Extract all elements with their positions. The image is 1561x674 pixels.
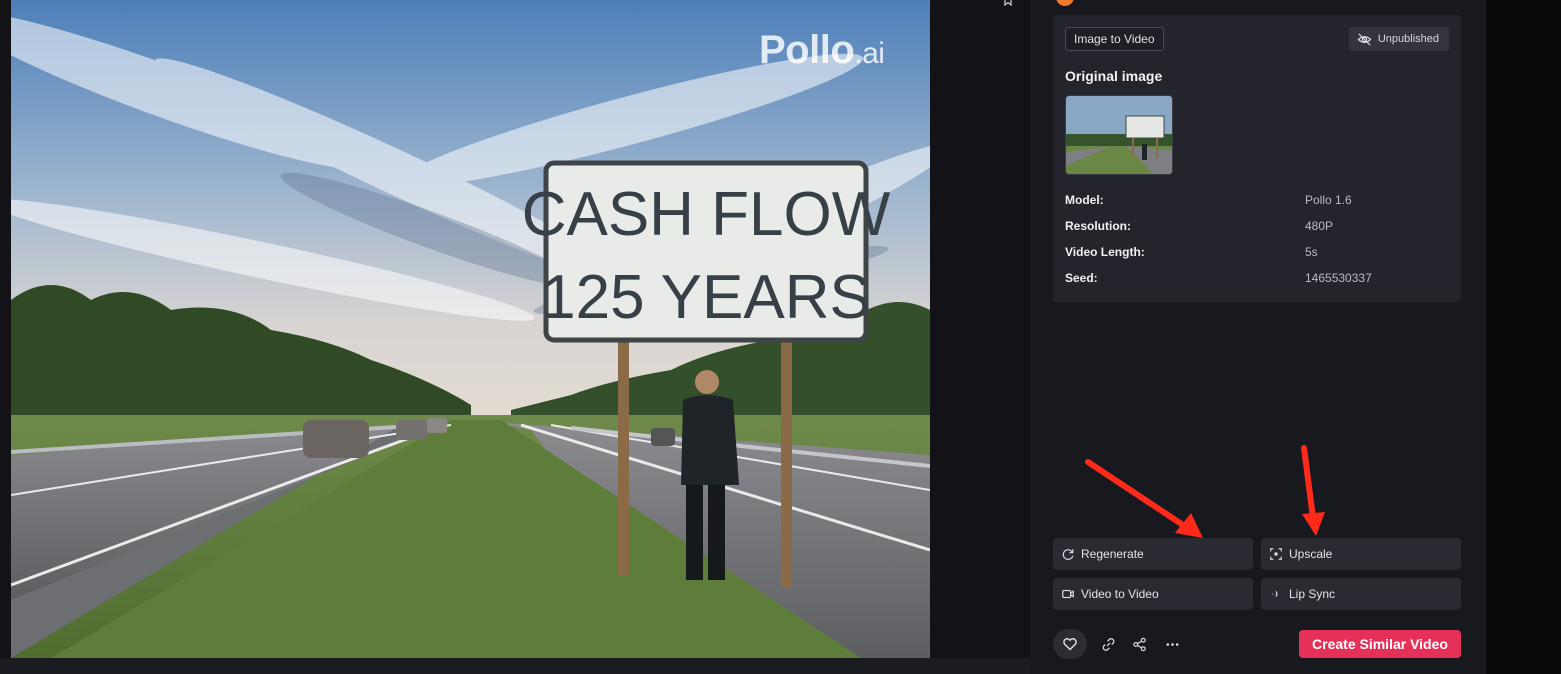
detail-row-model: Model: Pollo 1.6 bbox=[1065, 193, 1449, 219]
scene-image: CASH FLOW 125 YEARS bbox=[11, 0, 930, 658]
upscale-icon bbox=[1270, 548, 1282, 560]
share-button[interactable] bbox=[1129, 634, 1149, 654]
regenerate-label: Regenerate bbox=[1081, 547, 1144, 561]
media-viewer: CASH FLOW 125 YEARS Pollo.ai bbox=[0, 0, 1030, 674]
heart-icon bbox=[1063, 638, 1077, 651]
detail-value: 1465530337 bbox=[1305, 271, 1372, 285]
generation-type-tag: Image to Video bbox=[1065, 27, 1164, 51]
like-button[interactable] bbox=[1053, 629, 1087, 659]
lip-sync-button[interactable]: Lip Sync bbox=[1261, 578, 1461, 610]
regenerate-button[interactable]: Regenerate bbox=[1053, 538, 1253, 570]
generation-details: Model: Pollo 1.6 Resolution: 480P Video … bbox=[1065, 193, 1449, 297]
video-icon bbox=[1062, 589, 1074, 599]
detail-value: 5s bbox=[1305, 245, 1318, 259]
eye-off-icon bbox=[1357, 32, 1372, 46]
sign-text-line2: 125 YEARS bbox=[541, 263, 871, 332]
publish-status-label: Unpublished bbox=[1377, 33, 1439, 45]
app-page: CASH FLOW 125 YEARS Pollo.ai Image to Vi… bbox=[0, 0, 1561, 674]
more-options-button[interactable] bbox=[1162, 634, 1182, 654]
detail-label: Video Length: bbox=[1065, 245, 1145, 259]
detail-row-resolution: Resolution: 480P bbox=[1065, 219, 1449, 245]
generated-media-preview[interactable]: CASH FLOW 125 YEARS Pollo.ai bbox=[11, 0, 930, 658]
link-icon bbox=[1102, 637, 1114, 651]
refresh-icon bbox=[1062, 549, 1074, 560]
detail-label: Seed: bbox=[1065, 271, 1098, 285]
detail-value: Pollo 1.6 bbox=[1305, 193, 1352, 207]
right-gutter bbox=[1486, 0, 1561, 674]
video-to-video-label: Video to Video bbox=[1081, 587, 1159, 601]
upscale-label: Upscale bbox=[1289, 547, 1333, 561]
detail-value: 480P bbox=[1305, 219, 1334, 233]
upscale-button[interactable]: Upscale bbox=[1261, 538, 1461, 570]
original-image-thumbnail[interactable] bbox=[1065, 95, 1173, 175]
detail-label: Resolution: bbox=[1065, 219, 1131, 233]
more-icon bbox=[1166, 642, 1178, 646]
generation-info-card: Image to Video Unpublished Original imag… bbox=[1053, 15, 1461, 302]
pollo-watermark: Pollo.ai bbox=[759, 28, 885, 72]
lip-sync-label: Lip Sync bbox=[1289, 587, 1336, 601]
detail-label: Model: bbox=[1065, 193, 1104, 207]
share-icon bbox=[1132, 637, 1146, 651]
original-image-title: Original image bbox=[1065, 68, 1163, 84]
video-to-video-button[interactable]: Video to Video bbox=[1053, 578, 1253, 610]
media-bottom-bar bbox=[0, 658, 1030, 674]
thumbnail-image bbox=[1066, 96, 1172, 174]
detail-row-seed: Seed: 1465530337 bbox=[1065, 271, 1449, 297]
copy-link-button[interactable] bbox=[1098, 634, 1118, 654]
bookmark-icon[interactable] bbox=[1003, 0, 1013, 6]
sign-text-line1: CASH FLOW bbox=[522, 180, 891, 249]
create-similar-video-button[interactable]: Create Similar Video bbox=[1299, 630, 1461, 658]
publish-status-button[interactable]: Unpublished bbox=[1348, 27, 1449, 51]
audio-icon bbox=[1272, 591, 1278, 597]
detail-row-video-length: Video Length: 5s bbox=[1065, 245, 1449, 271]
